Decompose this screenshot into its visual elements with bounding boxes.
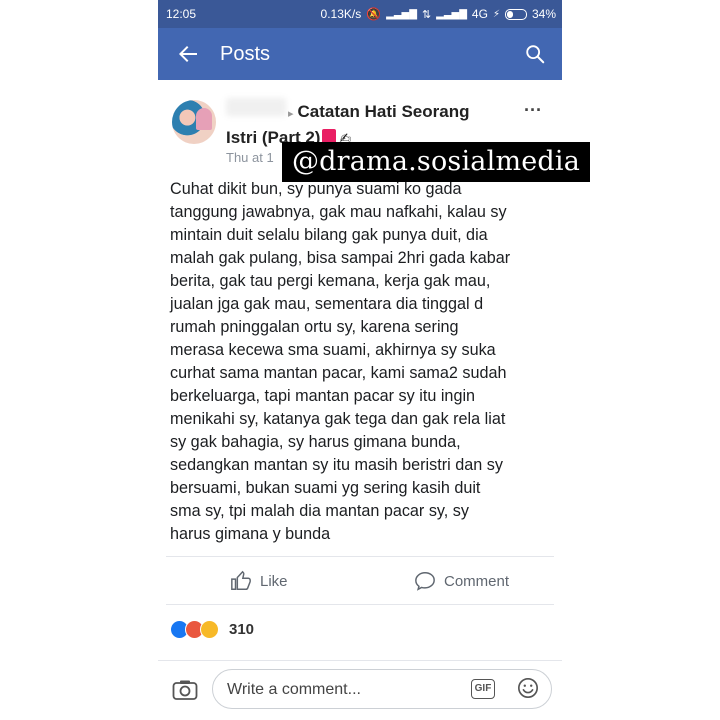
camera-icon[interactable] xyxy=(172,679,198,701)
gif-icon[interactable]: GIF xyxy=(471,679,495,699)
comment-placeholder: Write a comment... xyxy=(227,681,361,698)
comment-input[interactable]: Write a comment... GIF xyxy=(212,669,552,709)
comment-button[interactable]: Comment xyxy=(414,570,509,592)
battery-percent: 34% xyxy=(531,7,556,21)
divider xyxy=(166,556,554,557)
battery-icon xyxy=(504,8,527,20)
reaction-count: 310 xyxy=(229,621,255,638)
phone-screen: 12:05 0.13K/s 🔕 ▂▃▅▇ ⇅ ▂▃▅▇ 4G ⚡ 34% Pos… xyxy=(158,0,562,720)
more-options-icon[interactable]: ··· xyxy=(524,100,542,121)
wow-reaction-icon xyxy=(200,620,219,639)
like-label: Like xyxy=(260,572,288,590)
post-timestamp: Thu at 1 xyxy=(226,150,274,165)
thumbs-up-icon xyxy=(231,570,251,590)
comment-bar: Write a comment... GIF xyxy=(158,660,562,720)
divider xyxy=(166,604,554,605)
status-time: 12:05 xyxy=(166,7,197,21)
network-speed: 0.13K/s xyxy=(320,7,362,21)
charging-icon: ⚡ xyxy=(492,8,500,20)
network-type: 4G xyxy=(471,7,488,21)
signal-icon: ▂▃▅▇ xyxy=(386,8,417,20)
search-icon[interactable] xyxy=(524,43,546,65)
watermark-text: @drama.sosialmedia xyxy=(282,142,590,182)
like-button[interactable]: Like xyxy=(230,570,288,592)
reactions-summary[interactable]: 310 xyxy=(170,620,254,639)
app-bar: Posts xyxy=(158,28,562,80)
comment-icon xyxy=(415,572,435,591)
mute-icon: 🔕 xyxy=(366,7,382,21)
post-body: Cuhat dikit bun, sy punya suami ko gada … xyxy=(170,180,511,543)
avatar[interactable] xyxy=(172,100,216,144)
comment-label: Comment xyxy=(444,572,510,590)
post-title-line1: Catatan Hati Seorang xyxy=(297,102,470,121)
arrow-left-icon[interactable] xyxy=(176,42,200,66)
page-title: Posts xyxy=(220,43,271,65)
emoji-icon[interactable] xyxy=(517,677,539,699)
status-bar: 12:05 0.13K/s 🔕 ▂▃▅▇ ⇅ ▂▃▅▇ 4G ⚡ 34% xyxy=(158,0,562,28)
status-indicators: 0.13K/s 🔕 ▂▃▅▇ ⇅ ▂▃▅▇ 4G ⚡ 34% xyxy=(321,7,556,21)
signal-icon-2: ▂▃▅▇ xyxy=(436,8,467,20)
data-icon: ⇅ xyxy=(421,8,432,21)
caret-icon: ▸ xyxy=(288,108,294,120)
